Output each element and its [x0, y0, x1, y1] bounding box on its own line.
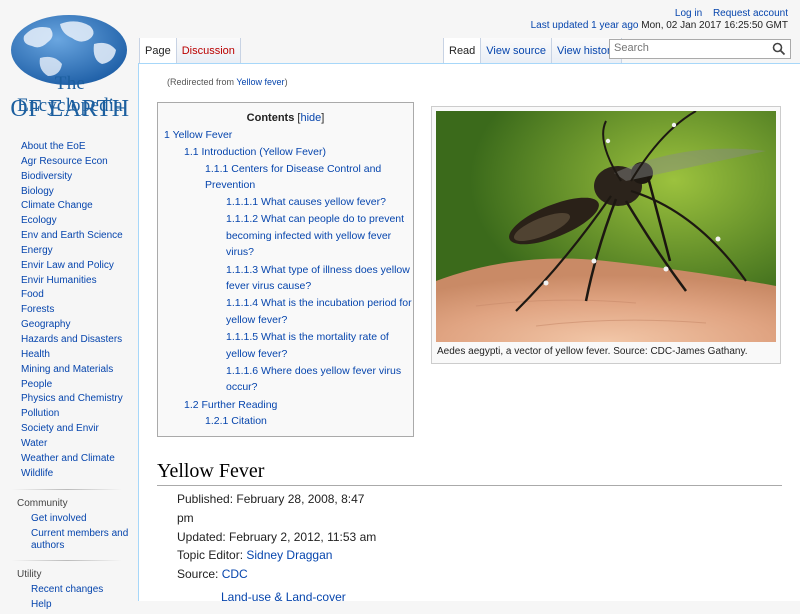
redirect-link[interactable]: Yellow fever: [236, 77, 284, 87]
sidebar-item-health[interactable]: Health: [0, 348, 138, 363]
sidebar-item-hazards-disasters[interactable]: Hazards and Disasters: [0, 333, 138, 348]
source-line: Source: CDC: [177, 565, 248, 584]
toc-title-row: Contents [hide]: [246, 112, 325, 124]
sidebar-item-get-involved[interactable]: Get involved: [0, 513, 138, 525]
sidebar-divider: [12, 489, 122, 491]
logo-title-line2: OF EARTH: [10, 96, 130, 122]
sidebar-item-envir-humanities[interactable]: Envir Humanities: [0, 274, 138, 289]
source-link[interactable]: CDC: [222, 567, 248, 581]
toc-item[interactable]: 1.1.1.5 What is the mortality rate of: [226, 329, 389, 346]
toc-item[interactable]: 1.1.1 Centers for Disease Control and: [205, 161, 381, 178]
sidebar-item-physics-chemistry[interactable]: Physics and Chemistry: [0, 392, 138, 407]
search-icon[interactable]: [772, 42, 786, 56]
toc-item[interactable]: becoming infected with yellow fever: [226, 228, 391, 245]
sidebar-item-society-envir[interactable]: Society and Envir: [0, 422, 138, 437]
sidebar-item-envir-law-policy[interactable]: Envir Law and Policy: [0, 259, 138, 274]
table-of-contents: Contents [hide] 1 Yellow Fever 1.1 Intro…: [157, 102, 414, 437]
redirect-suffix: ): [284, 77, 288, 87]
site-logo[interactable]: The Encyclopedia OF EARTH: [6, 12, 134, 122]
login-link[interactable]: Log in: [675, 8, 702, 19]
sidebar-item-env-earth-science[interactable]: Env and Earth Science: [0, 229, 138, 244]
view-tabs: Read View source View history: [443, 38, 623, 64]
redirect-notice: (Redirected from Yellow fever): [167, 77, 288, 87]
sidebar-item-weather-climate[interactable]: Weather and Climate: [0, 452, 138, 467]
toc-item[interactable]: yellow fever?: [226, 346, 287, 363]
category-link[interactable]: Land-use & Land-cover: [221, 590, 346, 604]
toc-item[interactable]: 1.1.1.2 What can people do to prevent: [226, 211, 404, 228]
toc-hide-link[interactable]: hide: [300, 112, 321, 124]
tab-page[interactable]: Page: [139, 38, 176, 64]
mosquito-photo[interactable]: [436, 111, 776, 342]
published-line-2: pm: [177, 511, 194, 525]
sidebar-item-geography[interactable]: Geography: [0, 318, 138, 333]
toc-item[interactable]: 1.2 Further Reading: [184, 397, 277, 414]
search-input[interactable]: [610, 40, 768, 56]
thumbnail-figure: Aedes aegypti, a vector of yellow fever.…: [431, 106, 781, 364]
redirect-prefix: (Redirected from: [167, 77, 237, 87]
sidebar-item-biology[interactable]: Biology: [0, 185, 138, 200]
last-updated-link[interactable]: Last updated 1 year ago: [531, 20, 639, 31]
sidebar-item-people[interactable]: People: [0, 378, 138, 393]
toc-item[interactable]: Prevention: [205, 177, 255, 194]
toc-item[interactable]: 1.1.1.1 What causes yellow fever?: [226, 194, 386, 211]
toc-item[interactable]: 1.2.1 Citation: [205, 413, 267, 430]
toc-item[interactable]: 1.1.1.3 What type of illness does yellow: [226, 262, 410, 279]
sidebar-item-food[interactable]: Food: [0, 288, 138, 303]
sidebar-item-mining-materials[interactable]: Mining and Materials: [0, 363, 138, 378]
category-line: Land-use & Land-cover: [221, 588, 346, 607]
sidebar-item-wildlife[interactable]: Wildlife: [0, 467, 138, 482]
toc-item[interactable]: 1.1.1.6 Where does yellow fever virus: [226, 363, 401, 380]
mosquito-image: [436, 111, 776, 342]
toc-item[interactable]: virus?: [226, 244, 254, 261]
sidebar-item-help[interactable]: Help: [0, 599, 138, 611]
personal-tools: Log in Request account Last updated 1 ye…: [531, 8, 788, 32]
sidebar-item-biodiversity[interactable]: Biodiversity: [0, 170, 138, 185]
sidebar-item-forests[interactable]: Forests: [0, 303, 138, 318]
sidebar-item-about[interactable]: About the EoE: [0, 140, 138, 155]
sidebar-item-recent-changes[interactable]: Recent changes: [0, 584, 138, 596]
tab-view-source[interactable]: View source: [480, 38, 552, 64]
last-updated-date: Mon, 02 Jan 2017 16:25:50 GMT: [641, 20, 788, 31]
sidebar-item-climate-change[interactable]: Climate Change: [0, 199, 138, 214]
community-list: Get involved Current members and authors: [0, 513, 138, 552]
sidebar: About the EoE Agr Resource Econ Biodiver…: [0, 140, 138, 614]
toc-item[interactable]: 1.1 Introduction (Yellow Fever): [184, 144, 326, 161]
namespace-tabs: Page Discussion: [139, 38, 241, 64]
tab-discussion[interactable]: Discussion: [175, 38, 241, 64]
sidebar-item-current-members[interactable]: Current members and authors: [0, 528, 138, 552]
sidebar-item-ecology[interactable]: Ecology: [0, 214, 138, 229]
sidebar-item-pollution[interactable]: Pollution: [0, 407, 138, 422]
topics-list: About the EoE Agr Resource Econ Biodiver…: [0, 140, 138, 481]
toc-item[interactable]: fever virus cause?: [226, 278, 311, 295]
toc-title: Contents: [246, 112, 295, 124]
topic-editor-link[interactable]: Sidney Draggan: [246, 548, 332, 562]
topic-editor-line: Topic Editor: Sidney Draggan: [177, 546, 332, 565]
source-label: Source:: [177, 567, 222, 581]
tab-read[interactable]: Read: [443, 38, 481, 64]
utility-list: Recent changes Help: [0, 584, 138, 611]
utility-heading: Utility: [17, 569, 42, 581]
sidebar-item-energy[interactable]: Energy: [0, 244, 138, 259]
topic-editor-label: Topic Editor:: [177, 548, 247, 562]
toc-item[interactable]: occur?: [226, 379, 258, 396]
sidebar-item-water[interactable]: Water: [0, 437, 138, 452]
community-heading: Community: [17, 498, 68, 510]
sidebar-divider: [12, 560, 122, 562]
updated-line: Updated: February 2, 2012, 11:53 am: [177, 530, 377, 544]
request-account-link[interactable]: Request account: [713, 8, 788, 19]
content-area: (Redirected from Yellow fever) Contents …: [138, 63, 800, 604]
published-line-1: Published: February 28, 2008, 8:47: [177, 492, 365, 506]
search-box: [609, 39, 791, 59]
toc-item[interactable]: 1 Yellow Fever: [164, 127, 232, 144]
article-title: Yellow Fever: [157, 459, 782, 486]
toc-item[interactable]: yellow fever?: [226, 312, 287, 329]
sidebar-item-agr-resource-econ[interactable]: Agr Resource Econ: [0, 155, 138, 170]
toc-item[interactable]: 1.1.1.4 What is the incubation period fo…: [226, 295, 412, 312]
thumbnail-caption: Aedes aegypti, a vector of yellow fever.…: [437, 346, 748, 357]
